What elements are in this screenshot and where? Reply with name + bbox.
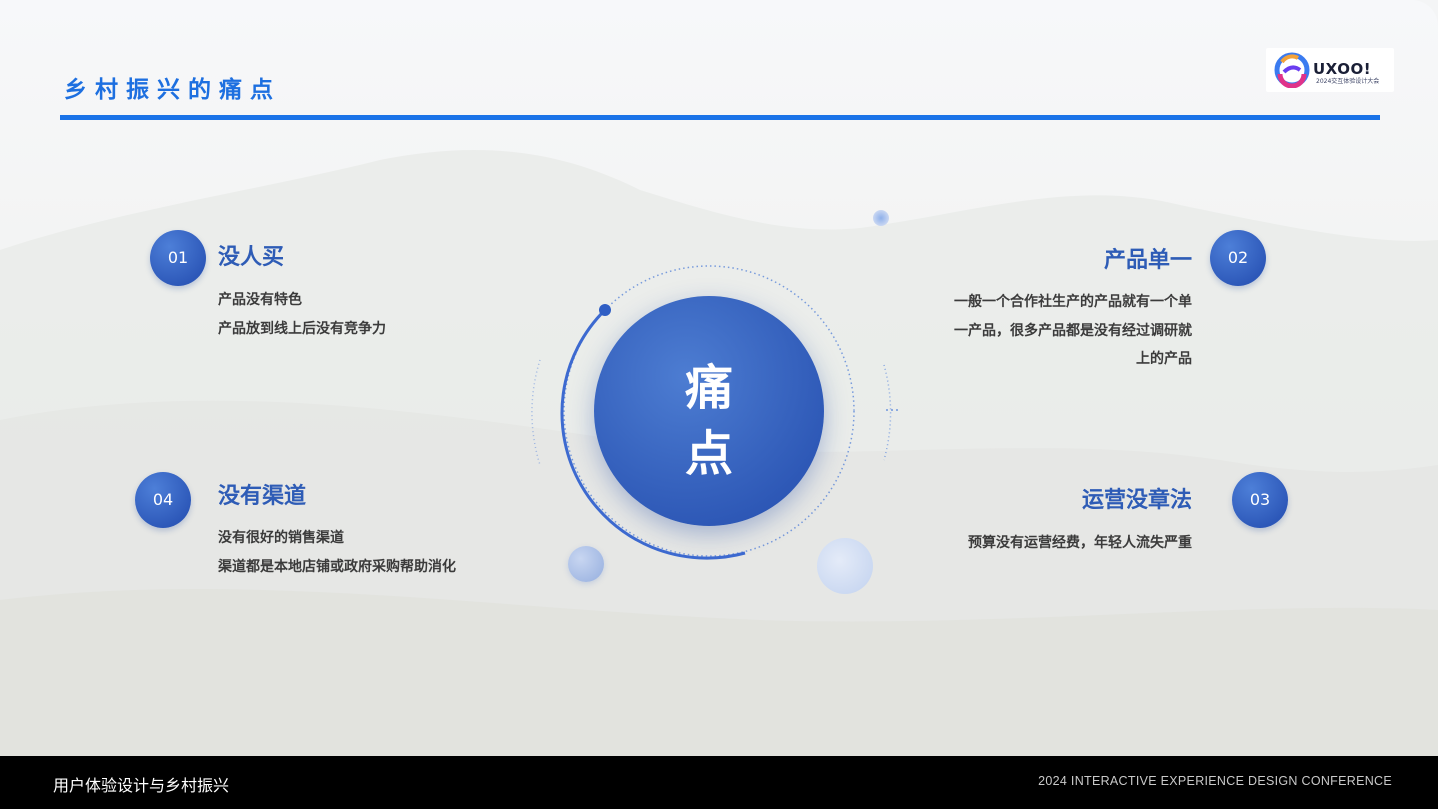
point-02-badge: 02: [1210, 230, 1266, 286]
point-04-line: 没有很好的销售渠道: [218, 530, 344, 546]
decor-bubble-left: [568, 546, 604, 582]
footer-conference-name: 2024 INTERACTIVE EXPERIENCE DESIGN CONFE…: [1038, 774, 1392, 788]
logo-subtitle: 2024交互体验设计大会: [1316, 78, 1380, 85]
decor-bubble-right: [817, 538, 873, 594]
decor-bubble-small: [873, 210, 889, 226]
footer-bar: 用户体验设计与乡村振兴 2024 INTERACTIVE EXPERIENCE …: [0, 756, 1438, 809]
point-03-line: 预算没有运营经费，年轻人流失严重: [968, 535, 1192, 551]
point-04-body: 没有很好的销售渠道 渠道都是本地店铺或政府采购帮助消化: [218, 524, 456, 581]
point-02-line: 一产品，很多产品都是没有经过调研就: [954, 322, 1192, 339]
title-divider: [60, 115, 1380, 120]
point-02-line: 一般一个合作社生产的产品就有一个单: [954, 294, 1192, 310]
point-04-line: 渠道都是本地店铺或政府采购帮助消化: [218, 558, 456, 575]
slide: 乡村振兴的痛点 UXOO! 2024交互体验设计大会 痛 点 01 没人买 产品…: [0, 0, 1438, 756]
point-03-body: 预算没有运营经费，年轻人流失严重: [968, 529, 1192, 558]
point-01-body: 产品没有特色 产品放到线上后没有竞争力: [218, 286, 386, 343]
point-01-heading: 没人买: [218, 245, 285, 270]
point-02-body: 一般一个合作社生产的产品就有一个单 一产品，很多产品都是没有经过调研就 上的产品: [954, 288, 1192, 374]
center-label-bottom: 点: [684, 426, 733, 482]
logo-icon: [1274, 52, 1310, 88]
point-01-badge: 01: [150, 230, 206, 286]
point-03-badge: 03: [1232, 472, 1288, 528]
footer-title: 用户体验设计与乡村振兴: [53, 776, 230, 795]
conference-logo: UXOO! 2024交互体验设计大会: [1266, 48, 1394, 92]
center-circle: 痛 点: [594, 296, 824, 526]
center-label-top: 痛: [684, 360, 733, 416]
page-title: 乡村振兴的痛点: [64, 77, 281, 103]
point-02-line: 上的产品: [1136, 351, 1192, 367]
point-02-heading: 产品单一: [1103, 248, 1192, 273]
point-04-heading: 没有渠道: [218, 484, 307, 509]
point-04-badge: 04: [135, 472, 191, 528]
point-03-heading: 运营没章法: [1081, 488, 1192, 513]
point-01-line: 产品放到线上后没有竞争力: [218, 320, 386, 337]
point-01-line: 产品没有特色: [218, 292, 302, 308]
